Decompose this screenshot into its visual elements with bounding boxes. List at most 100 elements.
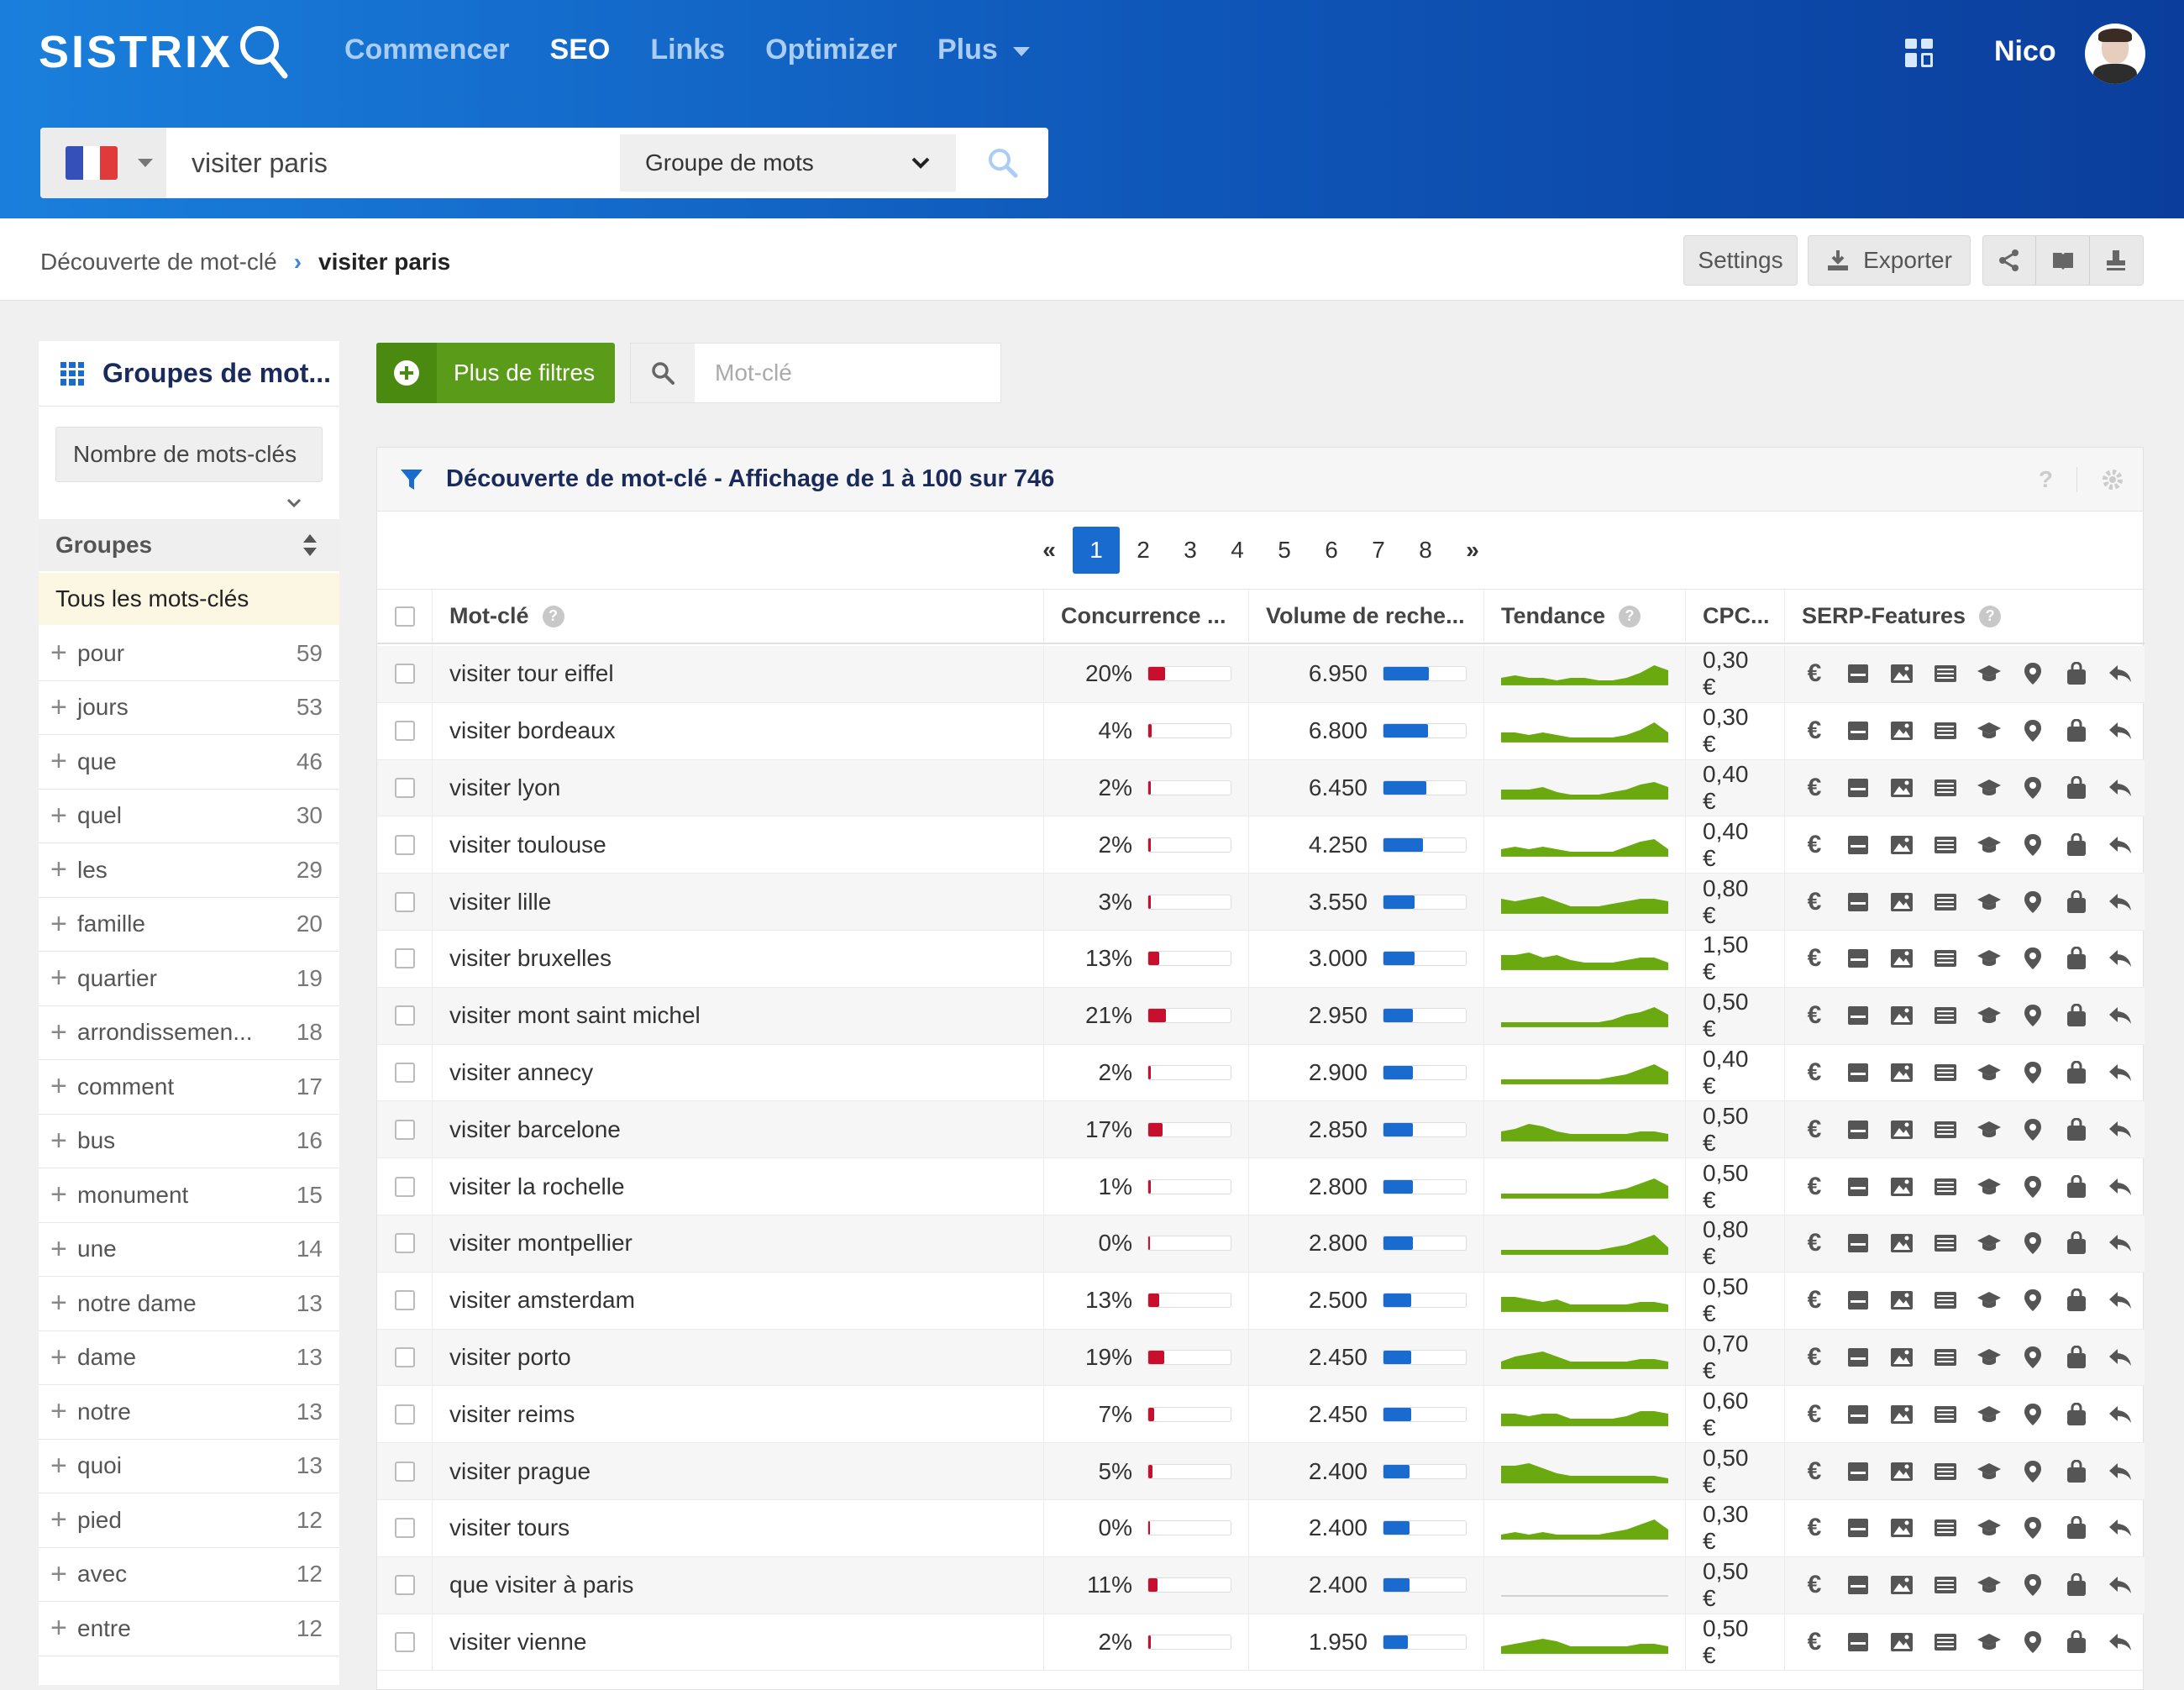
col-serp[interactable]: SERP-Features?	[1785, 590, 2143, 643]
shopping-bag-icon[interactable]	[2064, 832, 2089, 857]
table-row[interactable]: visiter mont saint michel 21% 2.950 0,50 € €	[377, 987, 2145, 1045]
image-icon[interactable]	[1889, 719, 1914, 743]
shopping-bag-icon[interactable]	[2064, 1345, 2089, 1369]
image-icon[interactable]	[1889, 1118, 1914, 1142]
ad-block-icon[interactable]	[1845, 1516, 1871, 1540]
map-pin-icon[interactable]	[2020, 1288, 2045, 1312]
reply-arrow-icon[interactable]	[2108, 1630, 2133, 1654]
reply-arrow-icon[interactable]	[2108, 1175, 2133, 1199]
group-item[interactable]: + que 46	[39, 735, 339, 790]
euro-icon[interactable]: €	[1802, 1457, 1827, 1485]
apps-grid-icon[interactable]	[1905, 39, 1934, 67]
graduation-cap-icon[interactable]	[1977, 1516, 2002, 1540]
shopping-bag-icon[interactable]	[2064, 1459, 2089, 1483]
table-row[interactable]: visiter barcelone 17% 2.850 0,50 € €	[377, 1101, 2145, 1159]
reply-arrow-icon[interactable]	[2108, 1403, 2133, 1426]
group-item[interactable]: + une 14	[39, 1223, 339, 1277]
page-7[interactable]: 7	[1355, 537, 1402, 564]
news-list-icon[interactable]	[1933, 1573, 1958, 1597]
plus-icon[interactable]: +	[50, 1070, 77, 1103]
ad-block-icon[interactable]	[1845, 1118, 1871, 1142]
row-checkbox[interactable]	[394, 777, 415, 798]
reply-arrow-icon[interactable]	[2108, 1346, 2133, 1369]
table-row[interactable]: visiter lyon 2% 6.450 0,40 € €	[377, 759, 2145, 817]
group-item[interactable]: + notre dame 13	[39, 1277, 339, 1331]
ad-block-icon[interactable]	[1845, 1004, 1871, 1027]
euro-icon[interactable]: €	[1802, 1400, 1827, 1428]
euro-icon[interactable]: €	[1802, 1058, 1827, 1086]
avatar[interactable]	[2085, 24, 2145, 84]
help-icon[interactable]: ?	[1619, 605, 1641, 627]
first-page-icon[interactable]: «	[1026, 537, 1073, 564]
row-checkbox[interactable]	[394, 1176, 415, 1197]
image-icon[interactable]	[1889, 1630, 1914, 1654]
sort-select[interactable]: Nombre de mots-clés	[55, 427, 323, 482]
group-all-keywords[interactable]: Tous les mots-clés	[39, 573, 339, 625]
keyword-link[interactable]: visiter bordeaux	[449, 717, 616, 744]
euro-icon[interactable]: €	[1802, 1229, 1827, 1257]
image-icon[interactable]	[1889, 1403, 1914, 1426]
plus-icon[interactable]: +	[50, 962, 77, 995]
user-name[interactable]: Nico	[1994, 35, 2056, 68]
news-list-icon[interactable]	[1933, 1346, 1958, 1369]
reply-arrow-icon[interactable]	[2108, 833, 2133, 857]
book-icon[interactable]	[2036, 236, 2090, 285]
nav-commencer[interactable]: Commencer	[344, 34, 510, 66]
ad-block-icon[interactable]	[1845, 1346, 1871, 1369]
ad-block-icon[interactable]	[1845, 776, 1871, 800]
reply-arrow-icon[interactable]	[2108, 1004, 2133, 1027]
plus-icon[interactable]: +	[50, 1287, 77, 1320]
euro-icon[interactable]: €	[1802, 1115, 1827, 1143]
page-5[interactable]: 5	[1261, 537, 1308, 564]
row-checkbox[interactable]	[394, 834, 415, 855]
search-mode-select[interactable]: Groupe de mots	[620, 134, 956, 192]
shopping-bag-icon[interactable]	[2064, 1231, 2089, 1255]
shopping-bag-icon[interactable]	[2064, 1004, 2089, 1027]
group-item[interactable]: + quoi 13	[39, 1440, 339, 1493]
map-pin-icon[interactable]	[2020, 1061, 2045, 1084]
map-pin-icon[interactable]	[2020, 1346, 2045, 1369]
map-pin-icon[interactable]	[2020, 1175, 2045, 1199]
news-list-icon[interactable]	[1933, 1118, 1958, 1142]
keyword-link[interactable]: visiter lille	[449, 889, 551, 916]
ad-block-icon[interactable]	[1845, 1061, 1871, 1084]
row-checkbox[interactable]	[394, 1575, 415, 1596]
ad-block-icon[interactable]	[1845, 1288, 1871, 1312]
shopping-bag-icon[interactable]	[2064, 662, 2089, 685]
breadcrumb-parent[interactable]: Découverte de mot-clé	[40, 249, 277, 276]
col-cpc[interactable]: CPC...	[1686, 590, 1785, 643]
row-checkbox[interactable]	[394, 1233, 415, 1254]
keyword-link[interactable]: visiter tour eiffel	[449, 660, 614, 687]
row-checkbox[interactable]	[394, 721, 415, 742]
gear-icon[interactable]	[2101, 468, 2124, 491]
map-pin-icon[interactable]	[2020, 776, 2045, 800]
nav-links[interactable]: Links	[650, 34, 725, 66]
keyword-link[interactable]: visiter lyon	[449, 774, 560, 801]
ad-block-icon[interactable]	[1845, 833, 1871, 857]
map-pin-icon[interactable]	[2020, 662, 2045, 685]
keyword-link[interactable]: visiter porto	[449, 1344, 571, 1371]
ad-block-icon[interactable]	[1845, 1231, 1871, 1255]
col-keyword[interactable]: Mot-clé?	[433, 590, 1044, 643]
help-icon[interactable]: ?	[542, 605, 564, 627]
plus-icon[interactable]: +	[50, 1341, 77, 1374]
plus-icon[interactable]: +	[50, 1558, 77, 1591]
keyword-link[interactable]: visiter vienne	[449, 1629, 586, 1656]
image-icon[interactable]	[1889, 947, 1914, 970]
map-pin-icon[interactable]	[2020, 833, 2045, 857]
table-row[interactable]: visiter vienne 2% 1.950 0,50 € €	[377, 1614, 2145, 1672]
graduation-cap-icon[interactable]	[1977, 1231, 2002, 1255]
table-row[interactable]: visiter amsterdam 13% 2.500 0,50 € €	[377, 1272, 2145, 1330]
map-pin-icon[interactable]	[2020, 1460, 2045, 1483]
stamp-icon[interactable]	[2090, 236, 2143, 285]
table-row[interactable]: visiter annecy 2% 2.900 0,40 € €	[377, 1044, 2145, 1102]
nav-optimizer[interactable]: Optimizer	[765, 34, 897, 66]
news-list-icon[interactable]	[1933, 1288, 1958, 1312]
shopping-bag-icon[interactable]	[2064, 1288, 2089, 1312]
graduation-cap-icon[interactable]	[1977, 662, 2002, 685]
image-icon[interactable]	[1889, 833, 1914, 857]
keyword-link[interactable]: visiter barcelone	[449, 1116, 621, 1143]
keyword-link[interactable]: visiter toulouse	[449, 832, 606, 858]
export-button[interactable]: Exporter	[1808, 235, 1971, 286]
map-pin-icon[interactable]	[2020, 890, 2045, 914]
